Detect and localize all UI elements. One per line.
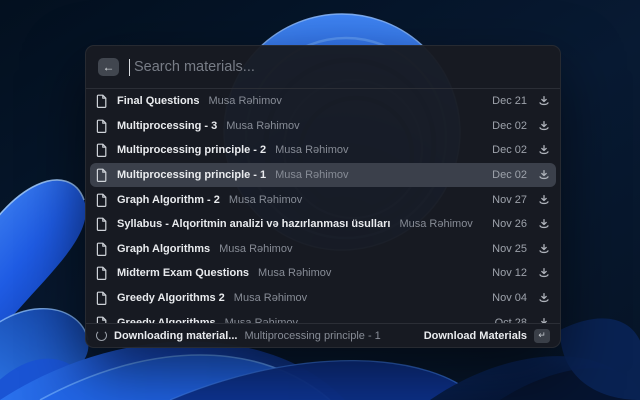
material-row[interactable]: Greedy Algorithms 2 Musa Rəhimov Nov 04 [90,286,556,311]
search-bar: ← Search materials... [86,46,560,88]
enter-key-badge: ↵ [534,329,550,343]
status-label: Downloading material... [114,330,237,342]
material-title: Greedy Algorithms 2 [117,292,225,304]
material-author: Musa Rəhimov [229,194,302,206]
download-icon[interactable] [538,243,550,255]
search-input[interactable]: Search materials... [134,59,255,75]
material-title: Graph Algorithm - 2 [117,194,220,206]
search-materials-panel: ← Search materials... Final Questions Mu… [85,45,561,348]
material-row[interactable]: Multiprocessing - 3 Musa Rəhimov Dec 02 [90,114,556,139]
material-author: Musa Rəhimov [219,243,292,255]
document-icon [96,119,108,133]
material-date: Nov 27 [492,194,527,206]
material-date: Dec 21 [492,95,527,107]
material-author: Musa Rəhimov [226,120,299,132]
material-author: Musa Rəhimov [258,267,331,279]
material-title: Graph Algorithms [117,243,210,255]
material-author: Musa Rəhimov [209,95,282,107]
material-title: Syllabus - Alqoritmin analizi və hazırla… [117,218,390,230]
material-date: Nov 25 [492,243,527,255]
download-icon[interactable] [538,267,550,279]
document-icon [96,168,108,182]
material-author: Musa Rəhimov [399,218,472,230]
material-row[interactable]: Syllabus - Alqoritmin analizi və hazırla… [90,212,556,237]
action-bar: Downloading material... Multiprocessing … [86,324,560,347]
material-row[interactable]: Midterm Exam Questions Musa Rəhimov Nov … [90,261,556,286]
material-row[interactable]: Multiprocessing principle - 2 Musa Rəhim… [90,138,556,163]
download-icon[interactable] [538,194,550,206]
material-date: Nov 04 [492,292,527,304]
back-button[interactable]: ← [98,58,119,76]
document-icon [96,193,108,207]
material-row[interactable]: Multiprocessing principle - 1 Musa Rəhim… [90,163,556,188]
material-row[interactable]: Final Questions Musa Rəhimov Dec 21 [90,89,556,114]
text-cursor [129,59,130,76]
material-date: Dec 02 [492,144,527,156]
download-icon[interactable] [538,120,550,132]
document-icon [96,316,108,323]
material-date: Dec 02 [492,169,527,181]
material-title: Multiprocessing principle - 2 [117,144,266,156]
material-title: Midterm Exam Questions [117,267,249,279]
material-author: Musa Rəhimov [275,144,348,156]
material-date: Nov 12 [492,267,527,279]
material-row[interactable]: Graph Algorithms Musa Rəhimov Nov 25 [90,237,556,262]
download-icon[interactable] [538,292,550,304]
document-icon [96,143,108,157]
document-icon [96,242,108,256]
material-title: Multiprocessing principle - 1 [117,169,266,181]
download-icon[interactable] [538,169,550,181]
back-arrow-icon: ← [103,61,115,73]
document-icon [96,94,108,108]
document-icon [96,266,108,280]
download-materials-action[interactable]: Download Materials [424,330,527,342]
download-icon[interactable] [538,218,550,230]
material-author: Musa Rəhimov [275,169,348,181]
material-row[interactable]: Greedy Algorithms Musa Rəhimov Oct 28 [90,310,556,323]
download-icon[interactable] [538,144,550,156]
download-icon[interactable] [538,95,550,107]
loading-spinner-icon [96,330,107,341]
document-icon [96,217,108,231]
material-date: Nov 26 [492,218,527,230]
material-author: Musa Rəhimov [234,292,307,304]
material-date: Dec 02 [492,120,527,132]
material-title: Multiprocessing - 3 [117,120,217,132]
material-row[interactable]: Graph Algorithm - 2 Musa Rəhimov Nov 27 [90,187,556,212]
status-detail: Multiprocessing principle - 1 [244,330,380,342]
document-icon [96,291,108,305]
materials-list: Final Questions Musa Rəhimov Dec 21 Mult… [86,89,560,323]
material-title: Final Questions [117,95,200,107]
